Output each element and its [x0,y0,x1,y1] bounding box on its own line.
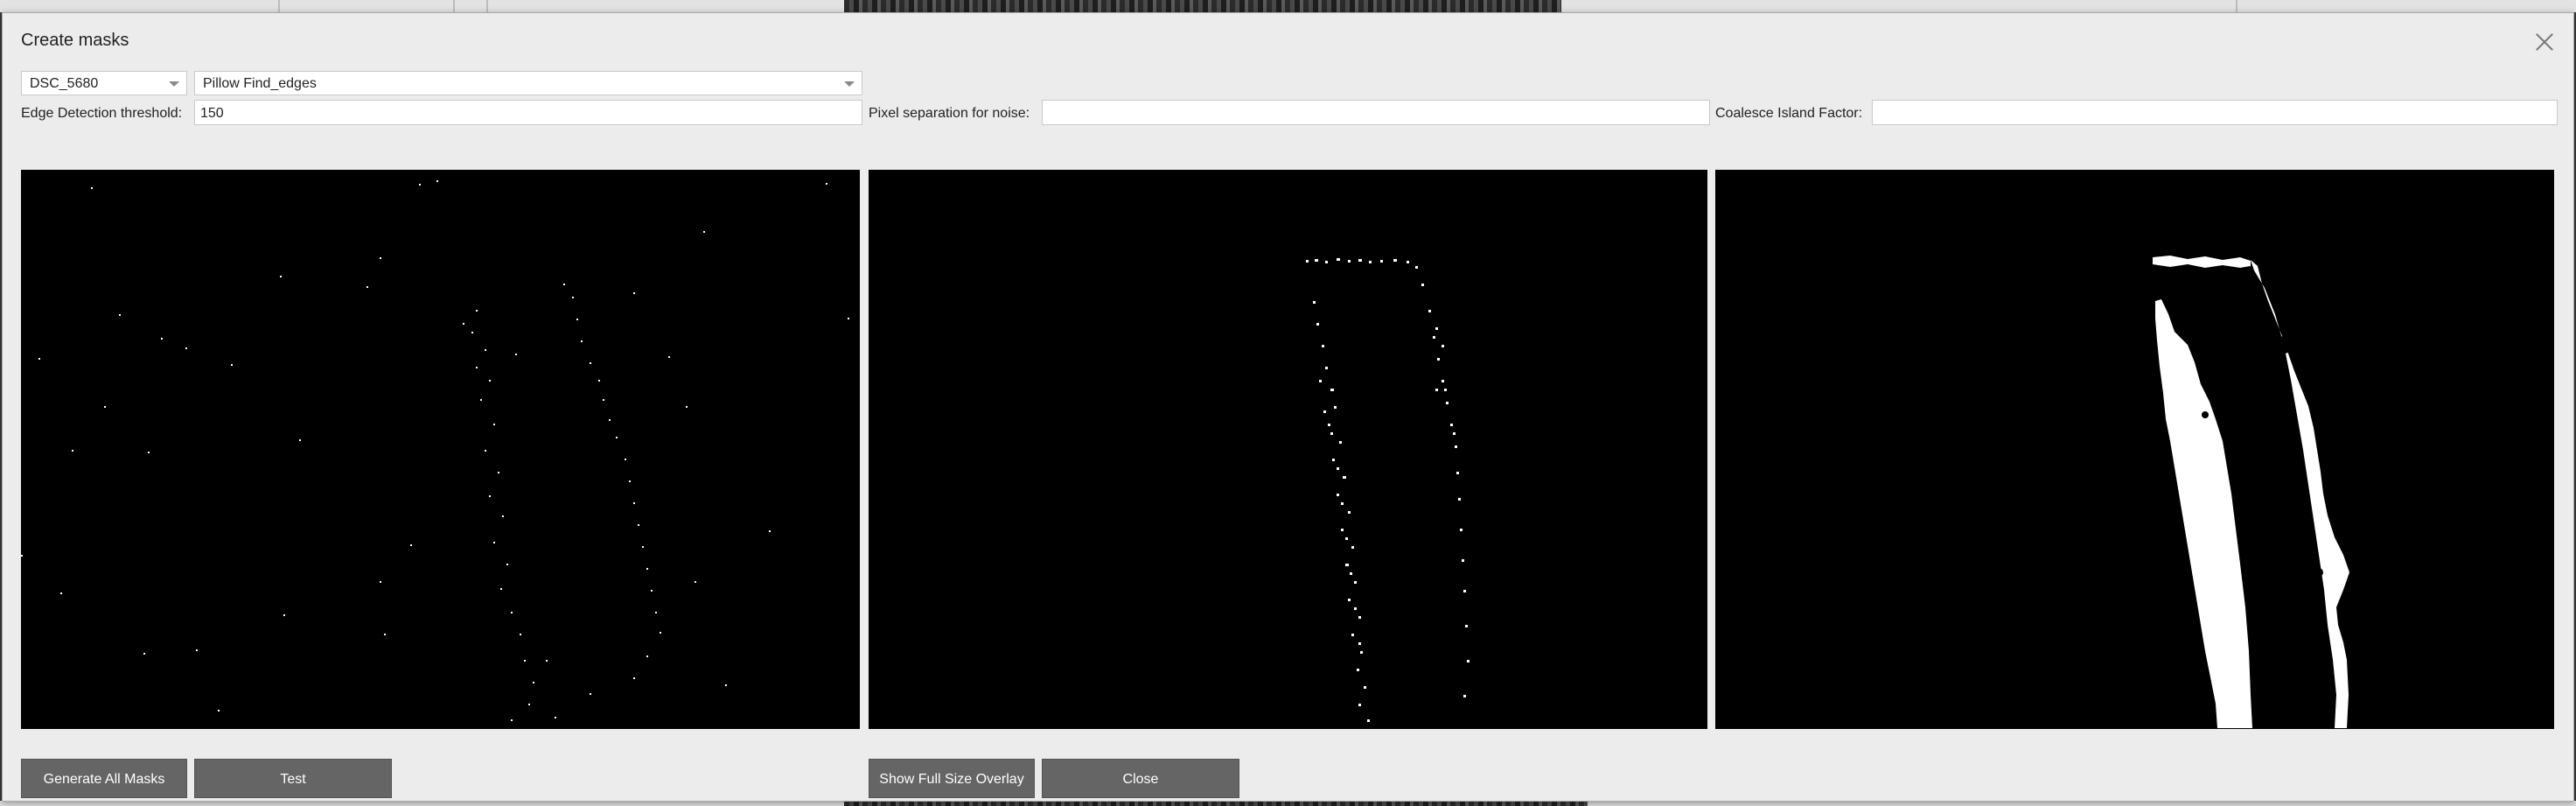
edge-detection-preview [21,170,860,729]
generate-all-masks-button[interactable]: Generate All Masks [21,759,187,798]
noise-filtered-image [1306,258,1470,722]
background-divider [486,0,488,12]
dialog-title: Create masks [21,31,129,50]
close-button[interactable]: Close [1042,759,1239,798]
background-window [0,0,2576,12]
create-masks-dialog: Create masks DSC_5680 Pillow Find_edges … [2,12,2574,802]
test-button[interactable]: Test [194,759,392,798]
pixel-separation-input[interactable] [1042,100,1710,125]
chevron-down-icon [844,81,855,87]
background-divider [453,0,455,12]
background-image [844,0,1561,12]
coalesced-mask-preview [1715,170,2554,729]
image-select-value: DSC_5680 [30,76,99,91]
edge-threshold-label: Edge Detection threshold: [21,106,183,121]
edge-threshold-input[interactable]: 150 [194,100,862,125]
close-icon[interactable] [2531,29,2558,55]
background-divider [278,0,280,12]
method-select-value: Pillow Find_edges [203,76,317,91]
background-divider [2236,0,2237,12]
noise-filtered-preview [869,170,1707,729]
edge-detection-image [21,180,849,721]
coalesced-mask-image [2153,256,2349,728]
coalesce-factor-input[interactable] [1872,100,2558,125]
show-full-size-overlay-button[interactable]: Show Full Size Overlay [869,759,1035,798]
image-select[interactable]: DSC_5680 [21,71,187,95]
pixel-separation-label: Pixel separation for noise: [869,106,1030,121]
coalesce-factor-label: Coalesce Island Factor: [1715,106,1863,121]
chevron-down-icon [169,81,179,87]
method-select[interactable]: Pillow Find_edges [194,71,862,95]
